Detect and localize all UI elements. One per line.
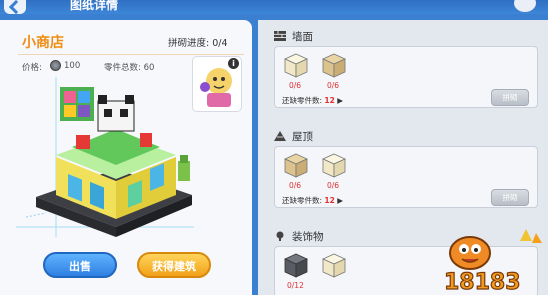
close-button[interactable] bbox=[514, 0, 536, 12]
part-count: 0/6 bbox=[289, 81, 302, 90]
header-title: 图纸详情 bbox=[70, 0, 119, 12]
section-roof: 0/6 0/6 还缺零件数: 12 ▶ 拼砌 bbox=[274, 146, 538, 208]
divider bbox=[18, 54, 244, 55]
section-title-roof: 屋顶 bbox=[292, 131, 313, 143]
parts-total: 零件总数: 60 bbox=[104, 63, 155, 73]
sell-button[interactable]: 出售 bbox=[43, 252, 117, 278]
missing-parts-value: 12 bbox=[324, 196, 335, 205]
info-icon[interactable]: i bbox=[228, 58, 239, 69]
top-bar: 图纸详情 bbox=[0, 0, 548, 14]
arrow-right-icon: ▶ bbox=[337, 196, 344, 205]
part-count: 0/12 bbox=[287, 281, 304, 290]
part-count: 0/6 bbox=[327, 81, 340, 90]
roof-icon bbox=[274, 131, 286, 141]
watermark-text: 18183 bbox=[444, 270, 521, 295]
part-block-icon[interactable] bbox=[283, 51, 309, 79]
section-wall: 0/6 0/6 还缺零件数: 12 ▶ 拼砌 bbox=[274, 46, 538, 108]
part-block-icon[interactable] bbox=[283, 151, 309, 179]
part-block-icon[interactable] bbox=[321, 251, 347, 279]
watermark-logo: 18183 bbox=[443, 229, 542, 295]
part-count: 0/6 bbox=[289, 181, 302, 190]
blueprint-detail-panel: 小商店 拼砌进度: 0/4 价格: 100 零件总数: 60 i 出售 获得建筑 bbox=[0, 20, 252, 295]
section-title-decoration: 装饰物 bbox=[292, 231, 324, 243]
coin-icon bbox=[50, 60, 61, 71]
section-title-wall: 墙面 bbox=[292, 31, 313, 43]
part-block-icon[interactable] bbox=[321, 51, 347, 79]
part-block-icon[interactable] bbox=[283, 251, 309, 279]
assemble-button[interactable]: 拼砌 bbox=[491, 89, 529, 106]
shop-model-image bbox=[16, 77, 194, 237]
price-value: 100 bbox=[64, 61, 81, 71]
back-button[interactable] bbox=[4, 0, 26, 14]
arrow-right-icon: ▶ bbox=[337, 96, 344, 105]
assembly-progress: 拼砌进度: 0/4 bbox=[168, 38, 228, 49]
missing-parts: 还缺零件数: 12 ▶ bbox=[282, 95, 343, 106]
building-name: 小商店 bbox=[22, 34, 64, 50]
missing-parts-label: 还缺零件数: bbox=[282, 196, 323, 205]
part-count: 0/6 bbox=[327, 181, 340, 190]
part-block-icon[interactable] bbox=[321, 151, 347, 179]
decoration-icon bbox=[276, 231, 284, 241]
assemble-button[interactable]: 拼砌 bbox=[491, 189, 529, 206]
missing-parts-value: 12 bbox=[324, 96, 335, 105]
obtain-building-button[interactable]: 获得建筑 bbox=[137, 252, 211, 278]
wall-icon bbox=[274, 31, 286, 41]
building-preview[interactable] bbox=[16, 77, 194, 247]
missing-parts: 还缺零件数: 12 ▶ bbox=[282, 195, 343, 206]
price-label: 价格: bbox=[22, 63, 42, 73]
missing-parts-label: 还缺零件数: bbox=[282, 96, 323, 105]
